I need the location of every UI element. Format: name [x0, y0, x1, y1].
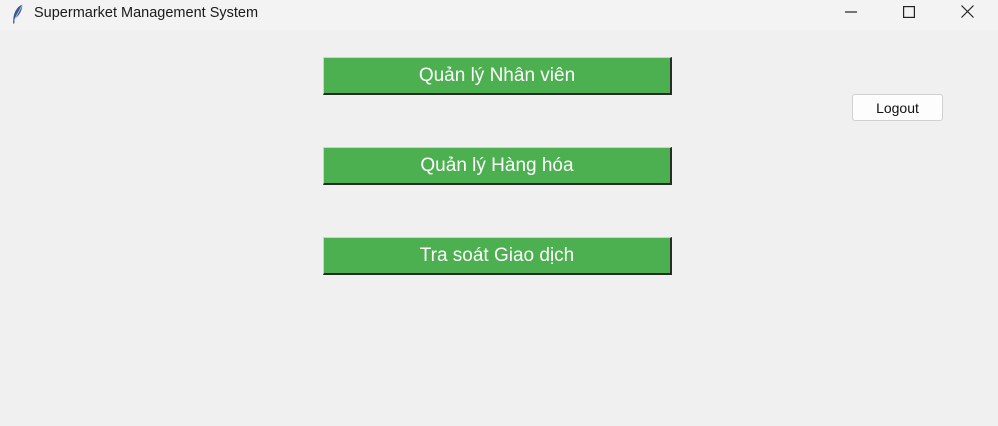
app-window: Supermarket Management System Quản lý Nh…: [0, 0, 998, 426]
feather-icon: [10, 3, 26, 25]
main-content: Quản lý Nhân viên Quản lý Hàng hóa Tra s…: [0, 30, 998, 426]
minimize-icon: [845, 5, 857, 23]
maximize-button[interactable]: [886, 0, 932, 28]
minimize-button[interactable]: [828, 0, 874, 28]
close-button[interactable]: [944, 0, 990, 28]
title-bar[interactable]: Supermarket Management System: [0, 0, 998, 30]
logout-button[interactable]: Logout: [852, 94, 943, 121]
window-title: Supermarket Management System: [34, 5, 259, 21]
employee-management-button[interactable]: Quản lý Nhân viên: [323, 57, 672, 95]
transaction-lookup-button[interactable]: Tra soát Giao dịch: [323, 237, 672, 275]
close-icon: [960, 5, 974, 23]
maximize-icon: [903, 5, 916, 23]
goods-management-button[interactable]: Quản lý Hàng hóa: [323, 147, 672, 185]
